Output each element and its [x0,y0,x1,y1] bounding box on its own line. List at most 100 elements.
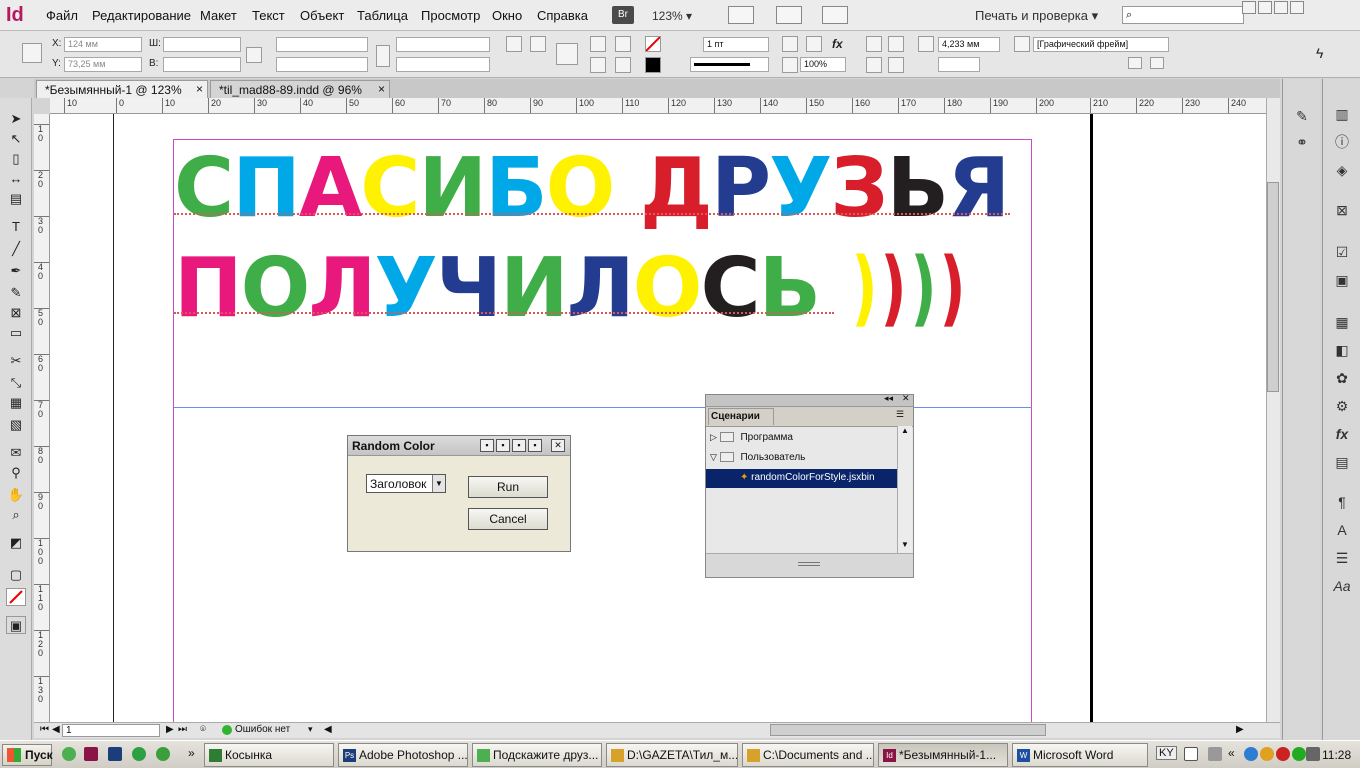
y-field[interactable]: 73,25 мм [64,57,142,72]
lightning-icon[interactable]: ϟ [1316,45,1323,61]
preflight-icon[interactable]: ⌾ [200,724,206,735]
pen-tool-icon[interactable]: ✒ [6,262,26,280]
tray-skype-icon[interactable] [1292,747,1306,761]
menu-table[interactable]: Таблица [357,8,408,23]
scroll-down-icon[interactable]: ▼ [901,540,909,549]
select-content-icon[interactable] [615,57,631,73]
gradient-feather-tool-icon[interactable]: ▧ [6,416,26,434]
tab-close-icon[interactable]: × [196,82,203,96]
info-panel-icon[interactable]: ⓘ [1332,133,1352,151]
chevron-down-icon[interactable]: ▼ [432,475,445,492]
select-container-icon[interactable] [615,36,631,52]
zoom-tool-icon[interactable]: ⌕ [6,506,26,524]
run-button[interactable]: Run [468,476,548,498]
scissors-tool-icon[interactable]: ✂ [6,352,26,370]
screen-mode-icon[interactable] [776,6,802,24]
shear-field[interactable] [396,57,490,72]
stroke-panel-icon[interactable]: ▣ [1332,271,1352,289]
page-tool-icon[interactable]: ▯ [6,150,26,168]
bridge-button[interactable]: Br [612,6,634,24]
restore-button[interactable] [1258,1,1272,14]
gap-tool-icon[interactable]: ↔ [6,170,26,188]
language-indicator[interactable]: KY [1156,746,1177,760]
quicklaunch-photoshop-icon[interactable] [108,747,122,761]
eyedropper-tool-icon[interactable]: ⚲ [6,464,26,482]
line-tool-icon[interactable]: ╱ [6,240,26,258]
quicklaunch-indesign-icon[interactable] [84,747,98,761]
free-transform-tool-icon[interactable]: ⤡ [6,374,26,392]
taskbar-button[interactable]: Подскажите друз... [472,743,602,767]
menu-edit[interactable]: Редактирование [92,8,191,23]
headline-line-2[interactable]: ПОЛУЧИЛОСЬ )))) [174,244,966,334]
search-input[interactable]: ⌕ [1122,6,1244,24]
note-tool-icon[interactable]: ✉ [6,444,26,462]
apply-none-icon[interactable] [6,588,26,606]
spacing-icon[interactable] [918,36,934,52]
rotation-field[interactable] [396,37,490,52]
quicklaunch-skype-icon[interactable] [132,747,146,761]
prev-page-icon[interactable]: ◀ [52,724,60,735]
preflight-panel-icon[interactable]: ☑ [1332,243,1352,261]
type-tool-icon[interactable]: T [6,218,26,236]
taskbar-button[interactable]: Id *Безымянный-1... [878,743,1008,767]
tab-til-mad[interactable]: *til_mad88-89.indd @ 96% × [210,80,390,98]
headline-line-1[interactable]: СПАСИБО ДРУЗЬЯ [174,144,1010,234]
menu-help[interactable]: Справка [537,8,588,23]
dialog-close-icon[interactable]: ✕ [551,439,565,452]
object-styles-panel-icon[interactable]: ⚙ [1332,397,1352,415]
constrain-proportions-icon[interactable] [246,47,262,63]
direct-selection-tool-icon[interactable]: ↖ [6,130,26,148]
effects-panel-icon[interactable]: fx [1332,425,1352,443]
scripts-panel-header[interactable]: ◂◂ ✕ [706,393,913,407]
last-page-icon[interactable]: ⏭ [178,724,187,735]
x-field[interactable]: 124 мм [64,37,142,52]
gradient-swatch-tool-icon[interactable]: ▦ [6,394,26,412]
chevron-down-icon[interactable]: ▾ [308,724,313,735]
color-panel-icon[interactable]: ✿ [1332,369,1352,387]
fill-stroke-icon[interactable]: ◩ [6,534,26,552]
pencil-tool-icon[interactable]: ✎ [6,284,26,302]
rotate-cw-icon[interactable] [506,36,522,52]
next-page-icon[interactable]: ▶ [166,724,174,735]
stroke-weight-field[interactable]: 1 пт [703,37,769,52]
scripts-panel-icon[interactable]: ✎ [1292,107,1312,125]
drop-shadow-icon[interactable] [782,36,798,52]
dialog-tool-icon[interactable]: ▪ [528,439,542,452]
character-panel-icon[interactable]: A [1332,521,1352,539]
taskbar-button[interactable]: W Microsoft Word [1012,743,1148,767]
fill-none-icon[interactable] [645,36,661,52]
align-icon[interactable] [888,57,904,73]
width-field[interactable] [163,37,241,52]
expand-icon[interactable]: ▷ [710,432,717,442]
usb-icon[interactable] [1208,747,1222,761]
dialog-tool-icon[interactable]: ▪ [480,439,494,452]
link-icon[interactable] [376,45,390,67]
taskbar-button[interactable]: Косынка [204,743,334,767]
scroll-up-icon[interactable]: ▲ [901,426,909,435]
flip-horizontal-icon[interactable] [590,36,606,52]
collapse-icon[interactable]: ▽ [710,452,717,462]
vertical-scroll-thumb[interactable] [1267,182,1279,392]
content-frame-icon[interactable] [556,43,578,65]
panel-menu-icon[interactable]: ☰ [896,409,904,420]
menu-layout[interactable]: Макет [200,8,237,23]
fitting-icon[interactable] [866,57,882,73]
tray-app-icon[interactable] [1260,747,1274,761]
text-wrap-icon[interactable] [866,36,882,52]
cancel-button[interactable]: Cancel [468,508,548,530]
maximize-button[interactable] [1274,1,1288,14]
first-page-icon[interactable]: ⏮ [40,724,49,735]
quicklaunch-utorrent-icon[interactable] [62,747,76,761]
menu-type[interactable]: Текст [252,8,285,23]
minimize-button[interactable] [1242,1,1256,14]
flip-vertical-icon[interactable] [590,57,606,73]
scripts-scrollbar[interactable]: ▲ ▼ [897,426,912,553]
document-canvas[interactable]: СПАСИБО ДРУЗЬЯ ПОЛУЧИЛОСЬ )))) [50,114,1266,722]
shadow-style-icon[interactable] [806,36,822,52]
tree-file-script[interactable]: ✦ randomColorForStyle.jsxbin [706,469,897,488]
scroll-right-icon[interactable]: ▶ [1236,724,1244,735]
character-styles-panel-icon[interactable]: Aa [1332,577,1352,595]
selection-tool-icon[interactable]: ➤ [6,110,26,128]
quicklaunch-more-icon[interactable]: » [188,746,195,760]
stroke-type-select[interactable] [690,57,769,72]
